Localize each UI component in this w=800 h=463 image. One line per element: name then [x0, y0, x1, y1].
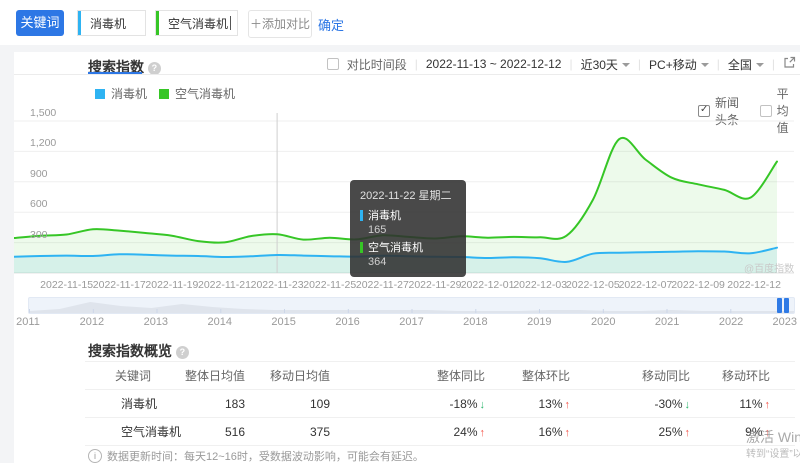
compare-period-label: 对比时间段 [347, 56, 407, 73]
table-row[interactable]: 空气消毒机 516 375 24%↑ 16%↑ 25%↑ 9%↑ [85, 418, 795, 446]
change-cell: -30%↓ [570, 397, 690, 411]
chart-legend: 消毒机 空气消毒机 [95, 85, 235, 102]
export-icon[interactable] [783, 56, 796, 72]
baidu-index-watermark: @百度指数 [744, 260, 794, 275]
tooltip-series-value: 364 [368, 256, 456, 268]
chevron-down-icon [622, 63, 630, 67]
keyword-input-1[interactable]: 消毒机 [77, 10, 146, 36]
tooltip-series-name: 消毒机 [360, 207, 456, 223]
range-select[interactable]: 近30天 [581, 56, 630, 73]
baidu-index-page: 关键词 消毒机 空气消毒机 ＋添加对比 确定 搜索指数 ? 对比时间段 | 20… [0, 0, 800, 463]
add-compare-button[interactable]: ＋添加对比 [248, 10, 312, 38]
windows-activation-watermark-sub: 转到“设置”以激活 Windows。 [746, 445, 800, 460]
device-select[interactable]: PC+移动 [649, 56, 709, 73]
keyword-input-2[interactable]: 空气消毒机 [155, 10, 238, 36]
legend-swatch [159, 89, 169, 99]
compare-period-checkbox[interactable] [327, 58, 339, 70]
keyword-value: 消毒机 [81, 15, 126, 32]
chart-tooltip: 2022-11-22 星期二 消毒机 165 空气消毒机 364 [350, 180, 466, 277]
data-update-note: i 数据更新时间：每天12~16时，受数据波动影响，可能会有延迟。 [88, 448, 424, 463]
overview-title: 搜索指数概览 ? [88, 341, 189, 361]
change-cell: 11%↑ [690, 397, 770, 411]
keyword-topbar: 关键词 消毒机 空气消毒机 ＋添加对比 确定 [0, 0, 800, 45]
change-cell: 13%↑ [485, 397, 570, 411]
tooltip-date: 2022-11-22 星期二 [360, 187, 456, 203]
help-icon[interactable]: ? [176, 346, 189, 359]
chevron-down-icon [701, 63, 709, 67]
table-row[interactable]: 消毒机 183 109 -18%↓ 13%↑ -30%↓ 11%↑ [85, 390, 795, 418]
chart-controls: 对比时间段 | 2022-11-13 ~ 2022-12-12 | 近30天 |… [420, 56, 796, 72]
keyword-value: 空气消毒机 [159, 15, 228, 32]
slider-handle-left[interactable] [777, 298, 782, 313]
legend-item[interactable]: 空气消毒机 [159, 85, 235, 102]
change-cell: 25%↑ [570, 425, 690, 439]
date-range[interactable]: 2022-11-13 ~ 2022-12-12 [426, 57, 562, 71]
overview-table: 关键词 整体日均值 移动日均值 整体同比 整体环比 移动同比 移动环比 消毒机 … [85, 361, 795, 446]
windows-activation-watermark: 激活 Windows [746, 427, 800, 447]
divider [14, 74, 800, 75]
slider-handle-right[interactable] [784, 298, 789, 313]
table-header-row: 关键词 整体日均值 移动日均值 整体同比 整体环比 移动同比 移动环比 [85, 362, 795, 390]
text-cursor [230, 16, 231, 30]
legend-swatch [95, 89, 105, 99]
time-range-slider[interactable] [28, 297, 795, 314]
tooltip-series-value: 165 [368, 224, 456, 236]
change-cell: -18%↓ [330, 397, 485, 411]
keyword-button[interactable]: 关键词 [16, 10, 64, 36]
info-icon: i [88, 449, 102, 463]
change-cell: 16%↑ [485, 425, 570, 439]
legend-item[interactable]: 消毒机 [95, 85, 147, 102]
region-select[interactable]: 全国 [728, 56, 764, 73]
change-cell: 24%↑ [330, 425, 485, 439]
chevron-down-icon [756, 63, 764, 67]
tooltip-series-name: 空气消毒机 [360, 239, 456, 255]
confirm-link[interactable]: 确定 [318, 15, 344, 34]
